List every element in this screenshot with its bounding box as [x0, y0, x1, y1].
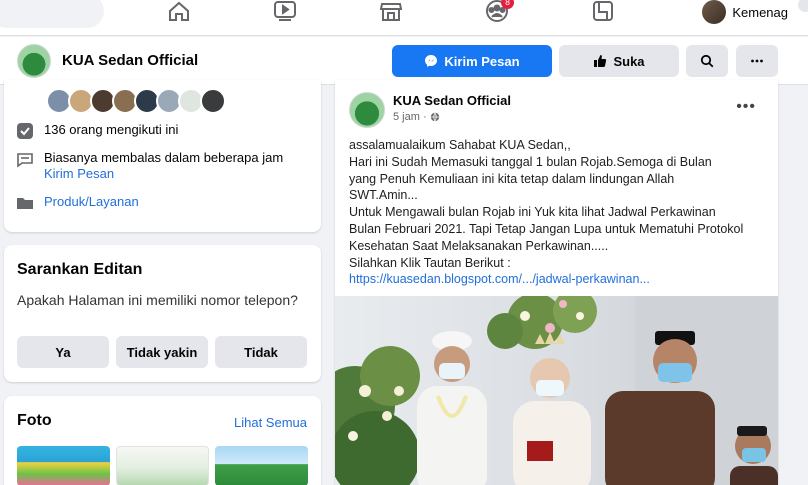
- search-icon: [700, 54, 714, 68]
- post-author-avatar[interactable]: [349, 92, 385, 128]
- thumbs-up-icon: [594, 55, 607, 67]
- folder-icon: [16, 194, 34, 212]
- search-box[interactable]: [0, 0, 104, 28]
- post-author-name[interactable]: KUA Sedan Official: [393, 93, 511, 108]
- suggest-edits-card: Sarankan Editan Apakah Halaman ini memil…: [4, 245, 321, 382]
- send-message-label: Kirim Pesan: [444, 53, 520, 69]
- not-sure-button[interactable]: Tidak yakin: [116, 336, 208, 368]
- post-line: SWT.Amin...: [349, 188, 418, 203]
- marketplace-icon[interactable]: [378, 0, 404, 22]
- notification-badge: 8: [501, 0, 514, 9]
- about-card: 136 orang mengikuti ini Biasanya membala…: [4, 80, 321, 232]
- avatar: [702, 0, 727, 24]
- more-options-button[interactable]: [736, 45, 778, 77]
- avatar: [200, 88, 226, 114]
- top-navigation-bar: 8 Kemenag: [0, 0, 808, 36]
- photos-title: Foto: [17, 412, 52, 429]
- profile-shortcut[interactable]: Kemenag: [702, 0, 788, 24]
- photo-thumbnail[interactable]: [215, 446, 308, 485]
- post-options-button[interactable]: •••: [736, 98, 756, 116]
- watch-icon[interactable]: [272, 0, 298, 22]
- globe-icon: [430, 112, 439, 122]
- post-card: KUA Sedan Official 5 jam · ••• assalamua…: [335, 80, 778, 485]
- no-button[interactable]: Tidak: [215, 336, 307, 368]
- follower-avatars: [46, 88, 226, 114]
- followers-count: 136 orang mengikuti ini: [44, 122, 179, 137]
- post-line: Untuk Mengawali bulan Rojab ini Yuk kita…: [349, 205, 716, 220]
- see-all-photos-link[interactable]: Lihat Semua: [234, 415, 307, 430]
- post-line: Silahkan Klik Tautan Berikut :: [349, 255, 511, 270]
- home-icon[interactable]: [166, 0, 192, 22]
- suggest-question: Apakah Halaman ini memiliki nomor telepo…: [17, 292, 298, 308]
- yes-button[interactable]: Ya: [17, 336, 109, 368]
- check-icon: [16, 122, 34, 140]
- page-header: KUA Sedan Official Kirim Pesan Suka: [0, 37, 808, 85]
- post-text: assalamualaikum Sahabat KUA Sedan,, Hari…: [349, 137, 769, 288]
- suggest-edits-title: Sarankan Editan: [17, 261, 143, 278]
- products-row: Produk/Layanan: [16, 194, 139, 212]
- groups-icon[interactable]: 8: [484, 0, 514, 22]
- post-time[interactable]: 5 jam ·: [393, 111, 427, 123]
- messenger-icon: [425, 55, 438, 67]
- post-line: yang Penuh Kemuliaan ini kita tetap dala…: [349, 171, 675, 186]
- post-photo[interactable]: [335, 296, 778, 485]
- more-icon: [751, 59, 763, 63]
- like-page-button[interactable]: Suka: [559, 45, 679, 77]
- response-time-text: Biasanya membalas dalam beberapa jam: [44, 150, 284, 165]
- send-message-link[interactable]: Kirim Pesan: [44, 166, 283, 182]
- followers-row: 136 orang mengikuti ini: [16, 122, 178, 140]
- menu-icon[interactable]: [798, 0, 808, 12]
- message-icon: [16, 150, 34, 168]
- page-avatar[interactable]: [17, 44, 51, 78]
- products-link[interactable]: Produk/Layanan: [44, 194, 139, 209]
- post-line: Bulan Februari 2021. Tapi Tetap Jangan L…: [349, 221, 744, 236]
- profile-name: Kemenag: [732, 4, 788, 20]
- search-page-button[interactable]: [686, 45, 728, 77]
- post-line: Hari ini Sudah Memasuki tanggal 1 bulan …: [349, 154, 712, 169]
- send-message-button[interactable]: Kirim Pesan: [392, 45, 552, 77]
- photo-thumbnail[interactable]: [17, 446, 110, 485]
- gaming-icon[interactable]: [590, 0, 616, 22]
- photos-card: Foto Lihat Semua: [4, 396, 321, 485]
- post-link[interactable]: https://kuasedan.blogspot.com/.../jadwal…: [349, 271, 769, 288]
- like-label: Suka: [613, 53, 645, 69]
- post-line: assalamualaikum Sahabat KUA Sedan,,: [349, 138, 571, 152]
- photo-thumbnail[interactable]: [116, 446, 209, 485]
- response-time-row: Biasanya membalas dalam beberapa jam Kir…: [16, 150, 283, 182]
- post-timestamp: 5 jam ·: [393, 111, 440, 123]
- post-line: Kesehatan Saat Melaksanakan Perkawinan..…: [349, 238, 609, 253]
- page-title[interactable]: KUA Sedan Official: [62, 52, 198, 69]
